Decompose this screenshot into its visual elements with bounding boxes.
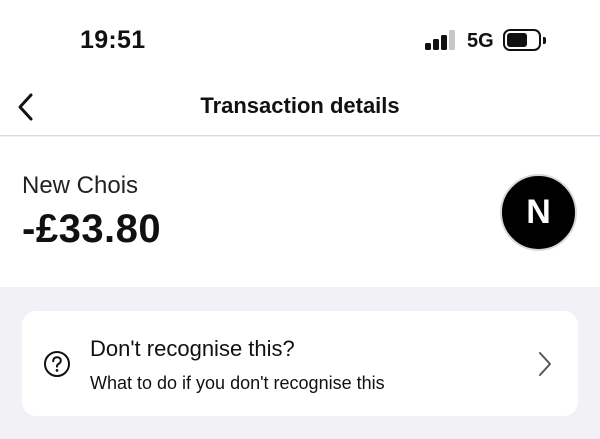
merchant-avatar: N [500,174,577,251]
signal-bar [433,39,439,50]
signal-strength-icon [425,30,457,50]
signal-bar [441,35,447,50]
page-title: Transaction details [200,93,400,118]
network-type: 5G [467,30,494,52]
chevron-right-icon [539,352,551,376]
status-bar: 19:51 5G [0,0,600,80]
battery-icon [503,29,546,51]
signal-bar [449,30,455,50]
help-subtitle: What to do if you don't recognise this [90,373,385,393]
signal-bar [425,43,431,50]
battery-level [507,33,527,47]
navigation-bar: Transaction details [0,80,600,136]
merchant-name: New Chois [22,172,139,199]
dont-recognise-card[interactable]: Don't recognise this? What to do if you … [22,311,578,416]
transaction-amount: -£33.80 [22,207,162,251]
question-icon [44,351,70,377]
status-time: 19:51 [80,26,146,54]
transaction-header: New Chois -£33.80 N [0,137,600,287]
help-title: Don't recognise this? [90,336,295,361]
battery-cap [543,37,546,44]
